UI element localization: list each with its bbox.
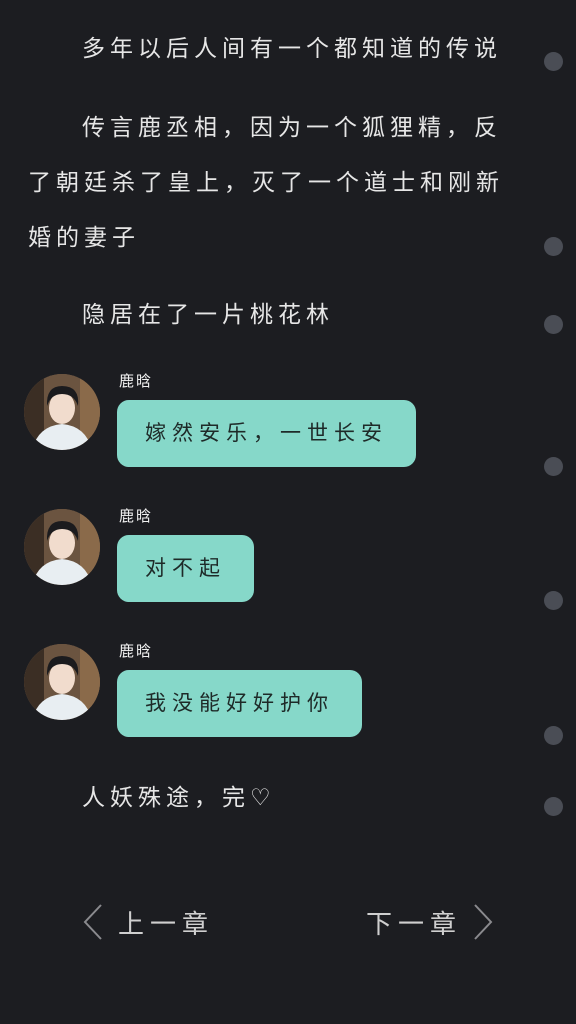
chat-message: 鹿晗 对不起 — [24, 505, 424, 615]
story-paragraph: 多年以后人间有一个都知道的传说 — [82, 36, 502, 62]
scroll-dot[interactable] — [544, 52, 563, 71]
scroll-dot[interactable] — [544, 237, 563, 256]
avatar[interactable] — [24, 509, 100, 585]
story-paragraph: 传言鹿丞相，因为一个狐狸精，反了朝廷杀了皇上，灭了一个道士和刚新婚的妻子 — [28, 115, 504, 251]
chevron-left-icon — [82, 902, 104, 942]
message-bubble: 对不起 — [117, 535, 254, 602]
avatar[interactable] — [24, 374, 100, 450]
prev-chapter-button[interactable]: 上一章 — [82, 900, 214, 944]
chat-message: 鹿晗 我没能好好护你 — [24, 640, 424, 750]
scroll-dot[interactable] — [544, 457, 563, 476]
scroll-dot[interactable] — [544, 591, 563, 610]
next-chapter-button[interactable]: 下一章 — [366, 900, 494, 944]
scroll-dot[interactable] — [544, 797, 563, 816]
message-bubble: 我没能好好护你 — [117, 670, 362, 737]
story-paragraph: 隐居在了一片桃花林 — [82, 302, 334, 328]
next-chapter-label: 下一章 — [366, 909, 463, 940]
sender-name: 鹿晗 — [119, 642, 154, 660]
scroll-dot[interactable] — [544, 315, 563, 334]
avatar[interactable] — [24, 644, 100, 720]
prev-chapter-label: 上一章 — [118, 909, 215, 940]
sender-name: 鹿晗 — [119, 507, 154, 525]
message-bubble: 嫁然安乐，一世长安 — [117, 400, 416, 467]
sender-name: 鹿晗 — [119, 372, 154, 390]
story-paragraph: 人妖殊途，完♡ — [82, 785, 276, 811]
chat-message: 鹿晗 嫁然安乐，一世长安 — [24, 370, 424, 480]
scroll-dot[interactable] — [544, 726, 563, 745]
chevron-right-icon — [472, 902, 494, 942]
